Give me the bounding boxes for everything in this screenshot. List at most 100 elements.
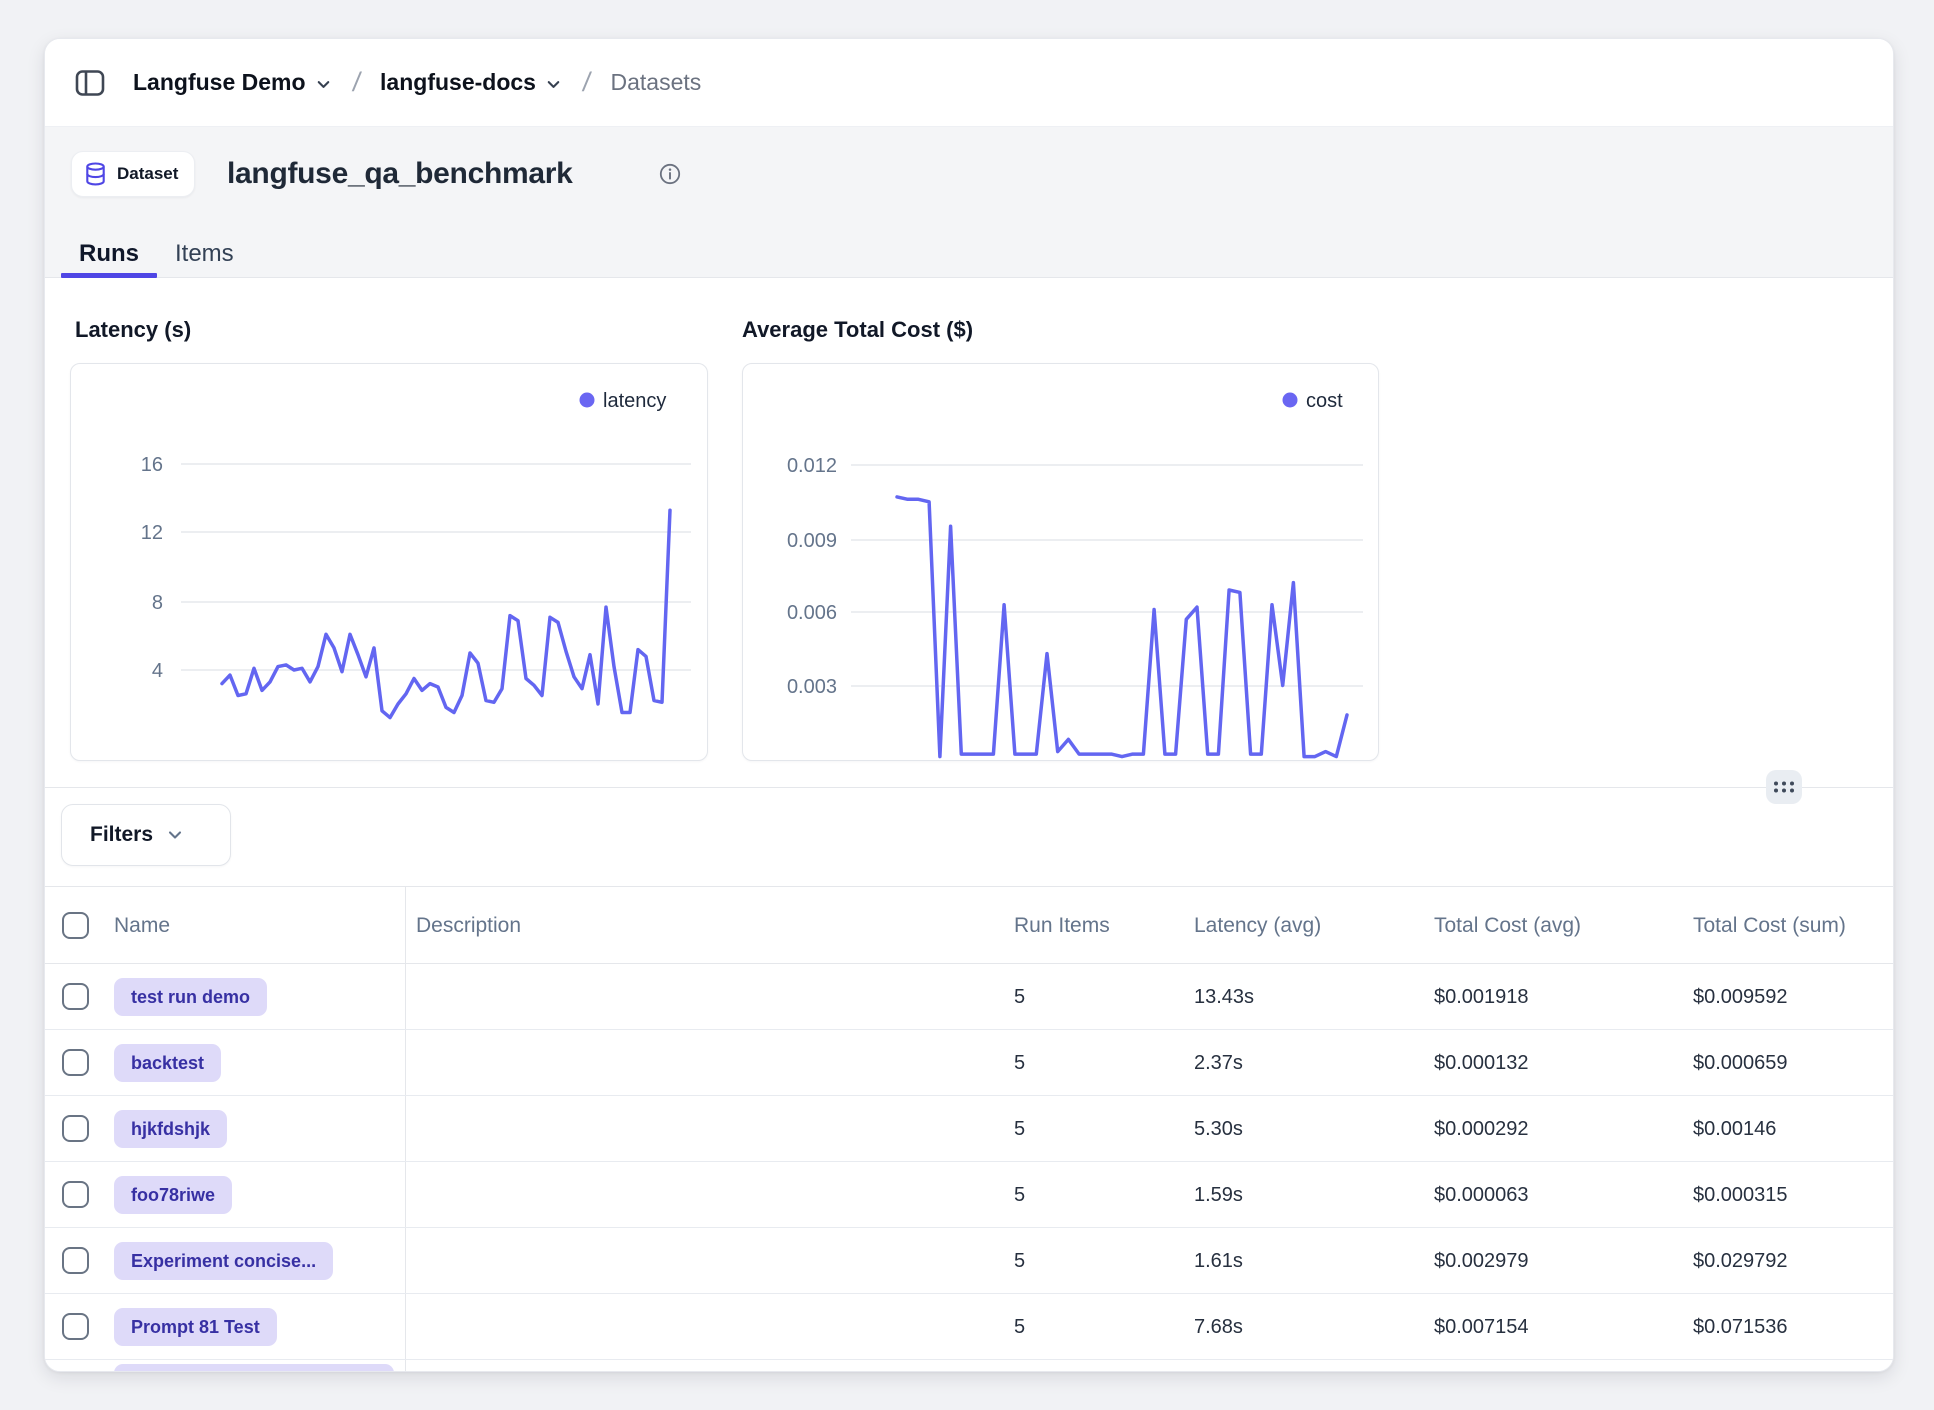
legend-dot-cost bbox=[1283, 393, 1298, 408]
table-row: test run demo 5 13.43s $0.001918 $0.0095… bbox=[45, 964, 1893, 1030]
run-name-badge[interactable]: foo78riwe bbox=[114, 1176, 232, 1214]
column-header-total-cost-sum: Total Cost (sum) bbox=[1693, 887, 1846, 964]
run-name-badge[interactable]: Prompt 81 Test bbox=[114, 1308, 277, 1346]
cell-run-items: 5 bbox=[1014, 1030, 1025, 1096]
svg-text:12: 12 bbox=[141, 522, 163, 544]
run-name-label: test run demo bbox=[131, 987, 250, 1008]
grip-dots-icon bbox=[1773, 780, 1795, 794]
run-name-label: hjkfdshjk bbox=[131, 1119, 210, 1140]
breadcrumb: Langfuse Demo / langfuse-docs / Datasets bbox=[133, 67, 701, 98]
run-name-badge[interactable]: backtest bbox=[114, 1044, 221, 1082]
legend-label-latency: latency bbox=[603, 390, 666, 412]
cell-run-items: 5 bbox=[1014, 964, 1025, 1030]
run-name-badge[interactable]: hjkfdshjk bbox=[114, 1110, 227, 1148]
legend-label-cost: cost bbox=[1306, 390, 1343, 412]
svg-text:0.009: 0.009 bbox=[787, 530, 837, 552]
cell-total-cost-avg: $0.001918 bbox=[1434, 964, 1529, 1030]
run-name-badge[interactable] bbox=[114, 1364, 394, 1372]
select-all-checkbox[interactable] bbox=[62, 912, 89, 939]
cell-total-cost-avg: $0.007154 bbox=[1434, 1294, 1529, 1360]
svg-text:0.006: 0.006 bbox=[787, 602, 837, 624]
svg-text:4: 4 bbox=[152, 660, 163, 682]
section-divider bbox=[45, 787, 1893, 788]
cell-total-cost-avg: $0.000132 bbox=[1434, 1030, 1529, 1096]
table-row: foo78riwe 5 1.59s $0.000063 $0.000315 bbox=[45, 1162, 1893, 1228]
breadcrumb-project-label: Langfuse Demo bbox=[133, 69, 306, 96]
cell-latency-avg: 1.59s bbox=[1194, 1162, 1243, 1228]
dataset-badge-label: Dataset bbox=[117, 164, 178, 184]
cost-chart-card: 0.012 0.009 0.006 0.003 cost bbox=[742, 363, 1379, 761]
svg-text:0.012: 0.012 bbox=[787, 455, 837, 477]
column-header-total-cost-avg: Total Cost (avg) bbox=[1434, 887, 1581, 964]
chevron-down-icon bbox=[314, 75, 333, 94]
run-name-badge[interactable]: Experiment concise... bbox=[114, 1242, 333, 1280]
cell-latency-avg: 2.37s bbox=[1194, 1030, 1243, 1096]
cell-latency-avg: 1.61s bbox=[1194, 1228, 1243, 1294]
row-checkbox[interactable] bbox=[62, 1313, 89, 1340]
page-header: Dataset langfuse_qa_benchmark Runs Items bbox=[45, 127, 1893, 278]
table-row: backtest 5 2.37s $0.000132 $0.000659 bbox=[45, 1030, 1893, 1096]
table-row-partial bbox=[45, 1360, 1893, 1372]
cell-latency-avg: 5.30s bbox=[1194, 1096, 1243, 1162]
legend-dot-latency bbox=[580, 393, 595, 408]
row-checkbox[interactable] bbox=[62, 983, 89, 1010]
filters-button-label: Filters bbox=[90, 823, 153, 847]
table-row: hjkfdshjk 5 5.30s $0.000292 $0.00146 bbox=[45, 1096, 1893, 1162]
cell-run-items: 5 bbox=[1014, 1294, 1025, 1360]
cost-line-chart: 0.012 0.009 0.006 0.003 cost bbox=[743, 364, 1378, 760]
cell-total-cost-avg: $0.000063 bbox=[1434, 1162, 1529, 1228]
database-icon bbox=[84, 162, 107, 186]
app-window: Langfuse Demo / langfuse-docs / Datasets bbox=[44, 38, 1894, 1372]
svg-text:0.003: 0.003 bbox=[787, 676, 837, 698]
svg-text:8: 8 bbox=[152, 592, 163, 614]
row-checkbox[interactable] bbox=[62, 1247, 89, 1274]
breadcrumb-separator: / bbox=[575, 67, 599, 98]
cell-latency-avg: 7.68s bbox=[1194, 1294, 1243, 1360]
column-header-name: Name bbox=[114, 887, 170, 964]
tab-bar: Runs Items bbox=[61, 231, 252, 277]
table-row: Prompt 81 Test 5 7.68s $0.007154 $0.0715… bbox=[45, 1294, 1893, 1360]
filters-button[interactable]: Filters bbox=[61, 804, 231, 866]
sidebar-toggle-button[interactable] bbox=[73, 66, 107, 100]
resize-drag-handle[interactable] bbox=[1766, 770, 1802, 804]
run-name-badge[interactable]: test run demo bbox=[114, 978, 267, 1016]
cell-total-cost-sum: $0.000315 bbox=[1693, 1162, 1788, 1228]
cell-run-items: 5 bbox=[1014, 1162, 1025, 1228]
cell-run-items: 5 bbox=[1014, 1228, 1025, 1294]
latency-chart-card: 16 12 8 4 latency bbox=[70, 363, 708, 761]
run-name-label: backtest bbox=[131, 1053, 204, 1074]
panel-left-icon bbox=[75, 69, 105, 97]
breadcrumb-project[interactable]: Langfuse Demo bbox=[133, 69, 333, 96]
tab-runs[interactable]: Runs bbox=[61, 231, 157, 277]
cell-total-cost-sum: $0.000659 bbox=[1693, 1030, 1788, 1096]
table-row: Experiment concise... 5 1.61s $0.002979 … bbox=[45, 1228, 1893, 1294]
runs-table: Name Description Run Items Latency (avg)… bbox=[45, 886, 1893, 1371]
latency-line-chart: 16 12 8 4 latency bbox=[71, 364, 707, 760]
row-checkbox[interactable] bbox=[62, 1181, 89, 1208]
cost-chart-title: Average Total Cost ($) bbox=[742, 317, 973, 343]
column-header-run-items: Run Items bbox=[1014, 887, 1110, 964]
cell-total-cost-sum: $0.00146 bbox=[1693, 1096, 1776, 1162]
row-checkbox[interactable] bbox=[62, 1115, 89, 1142]
column-header-latency-avg: Latency (avg) bbox=[1194, 887, 1321, 964]
tab-items[interactable]: Items bbox=[157, 231, 252, 277]
page-title: langfuse_qa_benchmark bbox=[227, 151, 573, 197]
chevron-down-icon bbox=[165, 825, 185, 845]
latency-chart-title: Latency (s) bbox=[75, 317, 191, 343]
run-name-label: Experiment concise... bbox=[131, 1251, 316, 1272]
breadcrumb-item[interactable]: langfuse-docs bbox=[380, 69, 563, 96]
info-icon[interactable] bbox=[659, 163, 681, 185]
run-name-label: Prompt 81 Test bbox=[131, 1317, 260, 1338]
cell-total-cost-sum: $0.071536 bbox=[1693, 1294, 1788, 1360]
row-checkbox[interactable] bbox=[62, 1049, 89, 1076]
chevron-down-icon bbox=[544, 75, 563, 94]
table-header-row: Name Description Run Items Latency (avg)… bbox=[45, 887, 1893, 964]
breadcrumb-bar: Langfuse Demo / langfuse-docs / Datasets bbox=[45, 39, 1893, 127]
cell-total-cost-avg: $0.000292 bbox=[1434, 1096, 1529, 1162]
dataset-type-badge: Dataset bbox=[71, 151, 195, 197]
breadcrumb-item-label: langfuse-docs bbox=[380, 69, 536, 96]
breadcrumb-section[interactable]: Datasets bbox=[610, 69, 701, 96]
run-name-label: foo78riwe bbox=[131, 1185, 215, 1206]
cell-total-cost-sum: $0.029792 bbox=[1693, 1228, 1788, 1294]
breadcrumb-separator: / bbox=[344, 67, 368, 98]
